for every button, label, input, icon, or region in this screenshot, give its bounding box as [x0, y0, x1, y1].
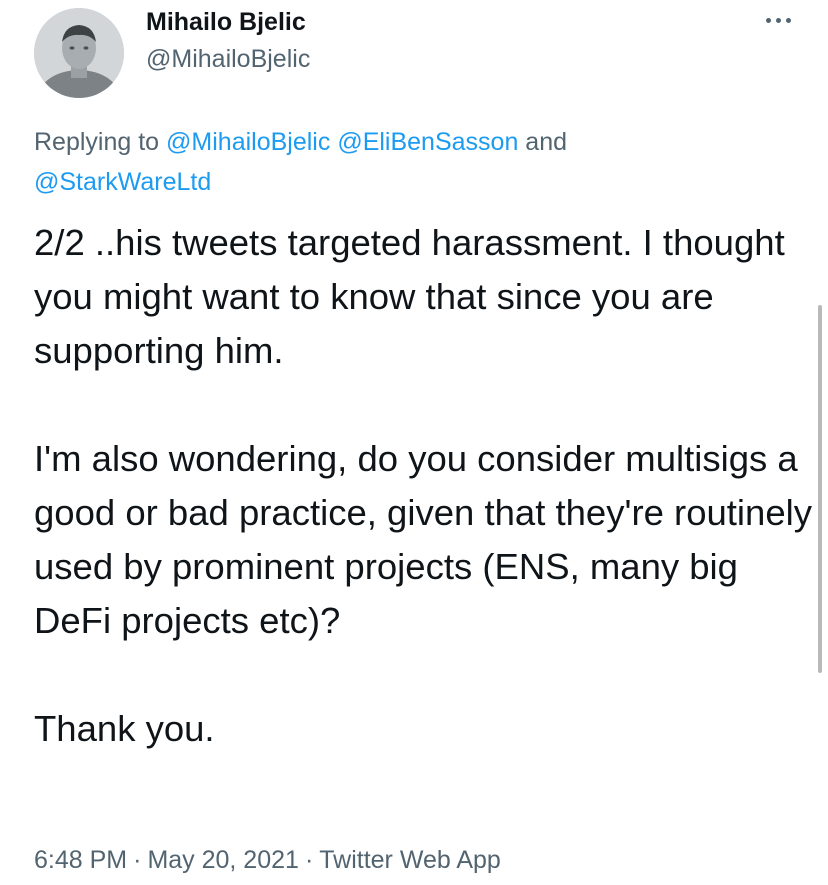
meta-separator: · — [304, 846, 314, 874]
profile-photo — [34, 8, 124, 98]
replying-to-label: Replying to — [34, 128, 167, 156]
more-options-button[interactable] — [756, 6, 800, 34]
replying-to-conjunction: and — [518, 128, 568, 156]
tweet-time[interactable]: 6:48 PM — [34, 846, 127, 874]
more-horizontal-icon — [785, 17, 791, 23]
tweet-text: 2/2 ..his tweets targeted harassment. I … — [34, 216, 814, 756]
tweet-paragraph: I'm also wondering, do you consider mult… — [34, 438, 812, 641]
more-horizontal-icon — [775, 17, 781, 23]
tweet-source[interactable]: Twitter Web App — [319, 846, 501, 874]
replying-to: Replying to @MihailoBjelic @EliBenSasson… — [34, 122, 654, 202]
tweet-metadata: 6:48 PM · May 20, 2021 · Twitter Web App — [34, 842, 501, 878]
mention-link[interactable]: @StarkWareLtd — [34, 168, 211, 196]
tweet-card: Mihailo Bjelic @MihailoBjelic Replying t… — [0, 0, 828, 885]
more-horizontal-icon — [765, 17, 771, 23]
author-handle[interactable]: @MihailoBjelic — [146, 43, 310, 75]
scrollbar[interactable] — [818, 305, 822, 673]
author-name[interactable]: Mihailo Bjelic — [146, 6, 306, 38]
tweet-paragraph: 2/2 ..his tweets targeted harassment. I … — [34, 222, 795, 371]
tweet-paragraph: Thank you. — [34, 708, 215, 749]
meta-separator: · — [133, 846, 142, 874]
tweet-date[interactable]: May 20, 2021 — [147, 846, 299, 874]
author-avatar[interactable] — [34, 8, 124, 98]
mention-link[interactable]: @MihailoBjelic — [166, 128, 330, 156]
mention-link[interactable]: @EliBenSasson — [337, 128, 518, 156]
